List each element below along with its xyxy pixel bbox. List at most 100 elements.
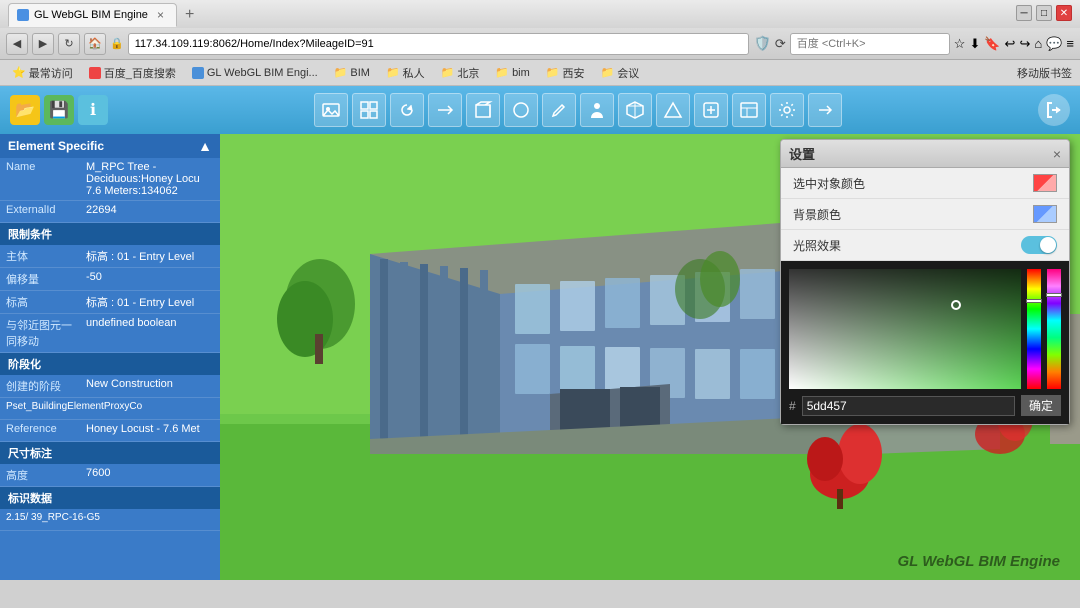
back-button[interactable]: ◀	[6, 33, 28, 55]
extra-strip-handle	[1046, 293, 1062, 297]
viewport[interactable]: 设置 × 选中对象颜色 背景颜色 光照效果	[220, 134, 1080, 580]
bg-color-swatch[interactable]	[1033, 205, 1057, 223]
bookmark-icon[interactable]: 🔖	[984, 36, 1000, 52]
more-icon[interactable]: ≡	[1066, 36, 1074, 51]
pset-value: Pset_BuildingElementProxyCo	[0, 398, 220, 419]
triangle-tool-button[interactable]	[656, 93, 690, 127]
info-button[interactable]: ℹ	[78, 95, 108, 125]
bookmark-bim3[interactable]: 📁 bim	[491, 64, 533, 81]
section-restrictions: 限制条件	[0, 223, 220, 245]
star-icon[interactable]: ☆	[954, 36, 966, 52]
offset-label: 偏移量	[0, 268, 80, 290]
panel-row-reference: Reference Honey Locust - 7.6 Met	[0, 420, 220, 442]
bookmark-private[interactable]: 📁 私人	[382, 63, 429, 83]
forward-button[interactable]: ▶	[32, 33, 54, 55]
level-label: 标高	[0, 291, 80, 313]
refresh-button[interactable]: ↻	[58, 33, 80, 55]
bookmark-label: 百度_百度搜索	[104, 65, 176, 81]
panel-row-externalid: ExternalId 22694	[0, 201, 220, 223]
height-label: 高度	[0, 464, 80, 486]
settings-title: 设置	[789, 144, 815, 163]
folder-icon: 📁	[441, 66, 455, 79]
select-color-swatch[interactable]	[1033, 174, 1057, 192]
tab-close-icon[interactable]: ×	[157, 8, 164, 22]
bottom-value: 2.15/ 39_RPC-16-G5	[0, 509, 220, 530]
home-button[interactable]: 🏠	[84, 33, 106, 55]
height-value: 7600	[80, 464, 220, 486]
cube-tool-button[interactable]	[618, 93, 652, 127]
download-icon[interactable]: ⬇	[969, 36, 980, 52]
active-tab[interactable]: GL WebGL BIM Engine ×	[8, 3, 177, 27]
save-file-button[interactable]: 💾	[44, 95, 74, 125]
address-bar[interactable]	[128, 33, 750, 55]
bookmark-xian[interactable]: 📁 西安	[542, 63, 589, 83]
bookmark-bim[interactable]: GL WebGL BIM Engi...	[188, 65, 322, 81]
select-color-label: 选中对象颜色	[793, 175, 1025, 192]
open-folder-button[interactable]: 📂	[10, 95, 40, 125]
lighting-toggle[interactable]	[1021, 236, 1057, 254]
color-hex-input[interactable]	[802, 396, 1015, 416]
tabs-area: GL WebGL BIM Engine × +	[8, 3, 1072, 26]
search-input[interactable]	[790, 33, 950, 55]
left-tools: 📂 💾 ℹ	[10, 95, 108, 125]
bookmark-bim2[interactable]: 📁 BIM	[330, 64, 374, 81]
color-gradient-area[interactable]	[789, 269, 1021, 389]
bim-icon	[192, 67, 204, 79]
back2-icon[interactable]: ↩	[1005, 36, 1016, 52]
star-bookmark-icon: ⭐	[12, 66, 26, 79]
view-tool-button[interactable]	[732, 93, 766, 127]
hue-strip[interactable]	[1027, 269, 1041, 389]
move-tool-button[interactable]	[694, 93, 728, 127]
left-panel: Element Specific ▲ Name M_RPC Tree -Deci…	[0, 134, 220, 580]
panel-row-move: 与邻近图元一同移动 undefined boolean	[0, 314, 220, 353]
extra-color-strip[interactable]	[1047, 269, 1061, 389]
new-tab-button[interactable]: +	[177, 4, 202, 26]
pen-tool-button[interactable]	[542, 93, 576, 127]
settings-tool-button[interactable]	[770, 93, 804, 127]
bookmarks-bar: ⭐ 最常访问 百度_百度搜索 GL WebGL BIM Engi... 📁 BI…	[0, 60, 1080, 86]
reload-icon[interactable]: ⟳	[775, 36, 786, 52]
color-picker: # 确定	[781, 261, 1069, 424]
bookmark-baidu[interactable]: 百度_百度搜索	[85, 63, 180, 83]
close-button[interactable]: ✕	[1056, 5, 1072, 21]
shape-tool-button[interactable]	[504, 93, 538, 127]
bookmark-beijing[interactable]: 📁 北京	[437, 63, 484, 83]
settings-close-button[interactable]: ×	[1053, 146, 1061, 162]
box-tool-button[interactable]	[466, 93, 500, 127]
tab-title: GL WebGL BIM Engine	[34, 9, 148, 21]
image-tool-button[interactable]	[314, 93, 348, 127]
bookmark-label: 最常访问	[29, 65, 73, 81]
created-phase-value: New Construction	[80, 375, 220, 397]
section-dimensions: 尺寸标注	[0, 442, 220, 464]
panel-row-height: 高度 7600	[0, 464, 220, 487]
bookmark-label: 西安	[563, 65, 585, 81]
browser-window: GL WebGL BIM Engine × + ─ □ ✕ ◀ ▶ ↻ 🏠 🔒 …	[0, 0, 1080, 608]
person-tool-button[interactable]	[580, 93, 614, 127]
chat-icon[interactable]: 💬	[1046, 36, 1062, 52]
arrow-tool-button[interactable]	[428, 93, 462, 127]
externalid-value: 22694	[80, 201, 220, 222]
color-confirm-button[interactable]: 确定	[1021, 395, 1061, 416]
hash-symbol: #	[789, 399, 796, 413]
grid-tool-button[interactable]	[352, 93, 386, 127]
home2-icon[interactable]: ⌂	[1034, 36, 1042, 51]
minimize-button[interactable]: ─	[1016, 5, 1032, 21]
arrow2-tool-button[interactable]	[808, 93, 842, 127]
main-area: Element Specific ▲ Name M_RPC Tree -Deci…	[0, 134, 1080, 580]
bg-color-label: 背景颜色	[793, 206, 1025, 223]
move-label: 与邻近图元一同移动	[0, 314, 80, 352]
offset-value: -50	[80, 268, 220, 290]
panel-scroll-icon[interactable]: ▲	[198, 138, 212, 154]
mobile-bookmark-button[interactable]: 移动版书签	[1017, 65, 1072, 81]
bookmark-frequent[interactable]: ⭐ 最常访问	[8, 63, 77, 83]
reference-value: Honey Locust - 7.6 Met	[80, 420, 220, 441]
bookmark-meeting[interactable]: 📁 会议	[597, 63, 644, 83]
color-sliders	[1027, 269, 1041, 389]
logout-button[interactable]	[1038, 94, 1070, 126]
forward2-icon[interactable]: ↪	[1019, 36, 1030, 52]
shield-icon: 🛡️	[753, 35, 770, 52]
bookmark-label: GL WebGL BIM Engi...	[207, 67, 318, 79]
maximize-button[interactable]: □	[1036, 5, 1052, 21]
rotate-tool-button[interactable]	[390, 93, 424, 127]
name-label: Name	[0, 158, 80, 200]
